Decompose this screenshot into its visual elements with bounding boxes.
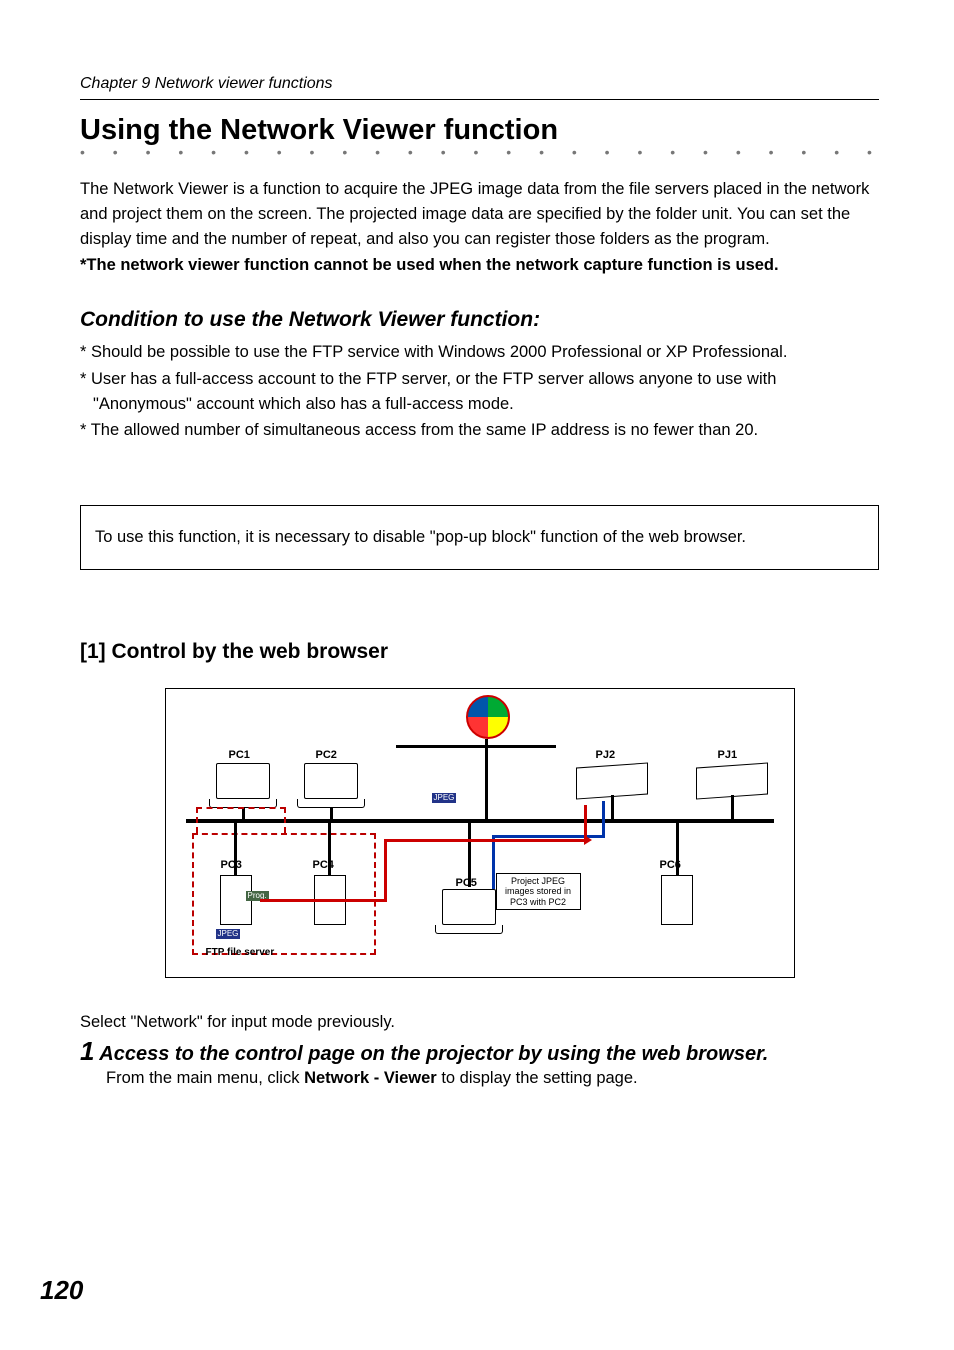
section-1-heading: [1] Control by the web browser	[80, 640, 879, 664]
step-1-title: Access to the control page on the projec…	[99, 1043, 768, 1065]
speech-line-1: Project JPEG	[511, 876, 565, 886]
label-pc5: PC5	[456, 877, 477, 889]
red-line-2	[384, 839, 387, 902]
label-pc3: PC3	[221, 859, 242, 871]
step-1-body-b: Network - Viewer	[304, 1069, 437, 1087]
jpeg-badge-pc3: JPEG	[216, 929, 241, 939]
stem-pj1	[731, 795, 734, 819]
page-number: 120	[40, 1275, 83, 1306]
intro-warning: *The network viewer function cannot be u…	[80, 253, 879, 278]
blue-line-up	[602, 801, 605, 838]
blue-line-v	[492, 835, 495, 889]
pc6-icon	[661, 875, 693, 925]
stem-pj2	[611, 795, 614, 819]
step-1-body-a: From the main menu, click	[106, 1069, 304, 1087]
label-pj2: PJ2	[596, 749, 616, 761]
jpeg-badge-top: JPEG	[432, 793, 457, 803]
label-pj1: PJ1	[718, 749, 738, 761]
label-pc2: PC2	[316, 749, 337, 761]
globe-arc	[396, 745, 556, 748]
ftp-label: FTP file server	[206, 947, 275, 958]
pc5-icon	[442, 889, 496, 925]
stem-pc4	[328, 822, 331, 875]
speech-bubble: Project JPEG images stored in PC3 with P…	[496, 873, 581, 910]
ftp-dashed-tab	[196, 807, 286, 833]
step-1-number: 1	[80, 1036, 94, 1066]
page-title: Using the Network Viewer function	[80, 114, 879, 147]
chapter-header: Chapter 9 Network viewer functions	[80, 75, 879, 100]
pj2-icon	[576, 762, 648, 799]
stem-pc6	[676, 822, 679, 875]
red-line-4	[584, 805, 587, 842]
pc1-icon	[216, 763, 270, 799]
pc2-icon	[304, 763, 358, 799]
decorative-dots: • • • • • • • • • • • • • • • • • • • • …	[80, 149, 879, 159]
step-1-body-c: to display the setting page.	[437, 1069, 638, 1087]
network-diagram: PC1 PC2 PJ2 PJ1 JPEG PC3 Prog. J	[165, 688, 795, 978]
label-pc1: PC1	[229, 749, 250, 761]
step-1-body: From the main menu, click Network - View…	[80, 1069, 879, 1088]
condition-2: * User has a full-access account to the …	[80, 367, 879, 417]
step-1-heading: 1 Access to the control page on the proj…	[80, 1036, 879, 1067]
speech-line-2: images stored in	[505, 886, 571, 896]
stem-globe	[485, 739, 488, 819]
label-pc4: PC4	[313, 859, 334, 871]
stem-pc3	[234, 822, 237, 875]
conditions-heading: Condition to use the Network Viewer func…	[80, 308, 879, 332]
condition-1: * Should be possible to use the FTP serv…	[80, 340, 879, 365]
condition-3: * The allowed number of simultaneous acc…	[80, 418, 879, 443]
notice-text: To use this function, it is necessary to…	[95, 528, 746, 546]
globe-icon	[466, 695, 510, 739]
red-line-1	[260, 899, 386, 902]
stem-pc5	[468, 822, 471, 887]
pj1-icon	[696, 762, 768, 799]
speech-line-3: PC3 with PC2	[510, 897, 566, 907]
stem-pc2	[330, 807, 333, 819]
popup-block-notice: To use this function, it is necessary to…	[80, 505, 879, 570]
intro-paragraph: The Network Viewer is a function to acqu…	[80, 177, 879, 251]
pretext-line: Select "Network" for input mode previous…	[80, 1013, 879, 1032]
red-line-3	[384, 839, 584, 842]
